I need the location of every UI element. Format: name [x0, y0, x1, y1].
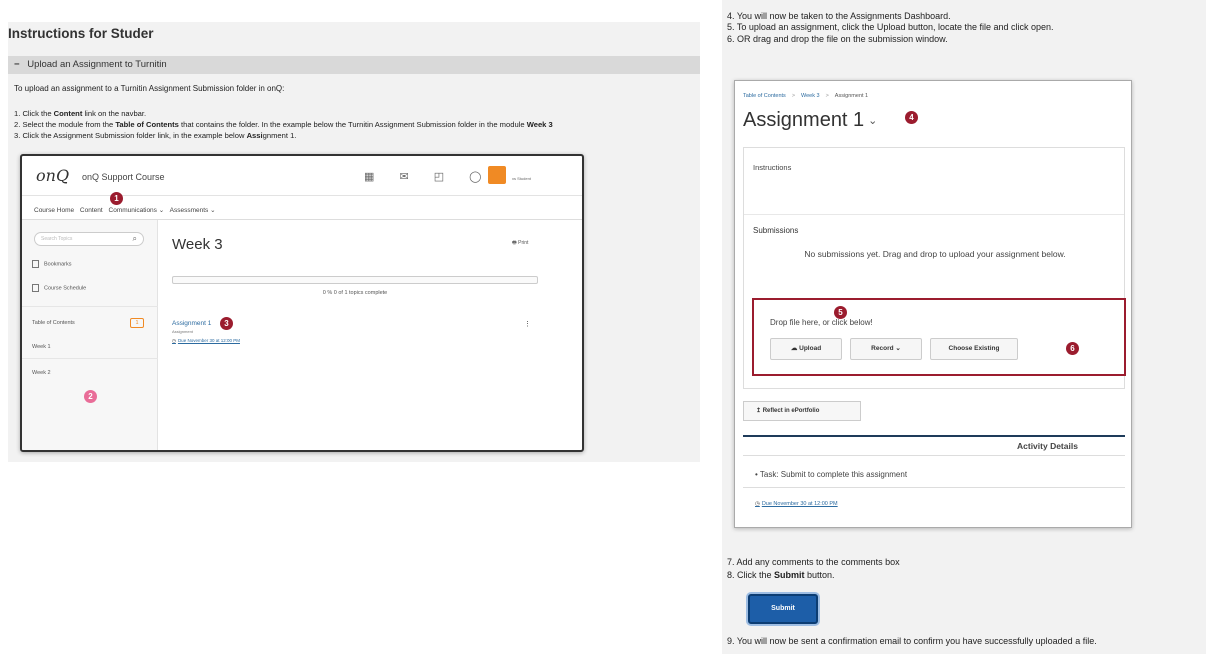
- calendar-icon: [32, 284, 39, 292]
- nav-assessments[interactable]: Assessments ⌄: [170, 207, 216, 214]
- assignment-type: Assignment: [172, 329, 193, 334]
- search-topics-input[interactable]: Search Topics ⌕: [34, 232, 144, 246]
- week-content-main: Week 3 🖶 Print 0 % 0 of 1 topics complet…: [172, 220, 582, 450]
- sidebar-divider: [22, 358, 158, 359]
- step-4: 4. You will now be taken to the Assignme…: [727, 11, 951, 21]
- submissions-label: Submissions: [753, 226, 799, 235]
- step-1: 1. Click the Content link on the navbar.: [14, 109, 147, 118]
- step-6: 6. OR drag and drop the file on the subm…: [727, 33, 948, 44]
- sidebar-item-schedule[interactable]: Course Schedule: [32, 284, 86, 292]
- onq-course-screenshot: onQ onQ Support Course ▦ ✉ ◰ ◯ xs Studen…: [20, 154, 584, 452]
- activity-details-heading: Activity Details: [1017, 441, 1078, 451]
- left-instructions-panel: Instructions for Studer − Upload an Assi…: [8, 22, 700, 462]
- marker-3: 3: [220, 317, 233, 330]
- upload-section-label: Upload an Assignment to Turnitin: [27, 59, 167, 70]
- bookmark-icon: [32, 260, 39, 268]
- assignment-content-box: Instructions Submissions No submissions …: [743, 147, 1126, 389]
- nav-course-home[interactable]: Course Home: [34, 207, 74, 214]
- sidebar-item-week1[interactable]: Week 1: [32, 344, 51, 350]
- clock-icon: ◷: [172, 338, 176, 343]
- onq-header: onQ onQ Support Course ▦ ✉ ◰ ◯ xs Studen…: [22, 156, 582, 196]
- course-name[interactable]: onQ Support Course: [82, 172, 165, 182]
- marker-2: 2: [84, 390, 97, 403]
- step-5: 5. To upload an assignment, click the Up…: [727, 22, 1054, 33]
- step-8: 8. Click the Submit button.: [727, 569, 835, 580]
- no-submissions-text: No submissions yet. Drag and drop to upl…: [804, 249, 1066, 259]
- assignment-title: Assignment 1 ⌄: [743, 109, 878, 131]
- sidebar-item-week2[interactable]: Week 2: [32, 370, 51, 376]
- steps-1-3: 1. Click the Content link on the navbar.…: [14, 108, 553, 141]
- toc-count-badge: 1: [130, 318, 144, 328]
- chevron-down-icon[interactable]: ⌄: [868, 115, 877, 127]
- record-button[interactable]: Record ⌄: [850, 338, 922, 360]
- assignment-due[interactable]: ◷ Due November 30 at 12:00 PM: [172, 338, 240, 344]
- header-icons[interactable]: ▦ ✉ ◰ ◯: [364, 170, 492, 183]
- marker-6: 6: [1066, 342, 1079, 355]
- marker-1: 1: [110, 192, 123, 205]
- breadcrumb: Table of Contents > Week 3 > Assignment 1: [743, 93, 869, 99]
- marker-5: 5: [834, 306, 847, 319]
- step-7: 7. Add any comments to the comments box: [727, 557, 900, 567]
- user-name: xs Student: [512, 176, 531, 181]
- activity-divider: [743, 455, 1125, 456]
- due-date[interactable]: ◷ Due November 30 at 12:00 PM: [755, 501, 838, 507]
- search-icon[interactable]: ⌕: [133, 234, 137, 244]
- intro-text: To upload an assignment to a Turnitin As…: [14, 84, 285, 93]
- page-title: Instructions for Studer: [8, 26, 154, 41]
- sidebar-item-toc[interactable]: Table of Contents: [32, 320, 75, 326]
- content-sidebar: Search Topics ⌕ Bookmarks Course Schedul…: [22, 220, 158, 450]
- right-instructions-panel: 4. You will now be taken to the Assignme…: [722, 0, 1206, 654]
- steps-7-8: 7. Add any comments to the comments box …: [727, 556, 900, 581]
- step-3: 3. Click the Assignment Submission folde…: [14, 131, 297, 140]
- task-divider: [743, 487, 1125, 488]
- crumb-assignment: Assignment 1: [834, 93, 869, 99]
- upload-button[interactable]: ☁ Upload: [770, 338, 842, 360]
- marker-4: 4: [905, 111, 918, 124]
- progress-text: 0 % 0 of 1 topics complete: [322, 290, 388, 296]
- onq-logo[interactable]: onQ: [36, 166, 69, 185]
- reflect-eportfolio-button[interactable]: ↥ Reflect in ePortfolio: [743, 401, 861, 421]
- task-text: • Task: Submit to complete this assignme…: [755, 470, 908, 479]
- drop-file-text: Drop file here, or click below!: [770, 318, 873, 327]
- collapse-minus-icon[interactable]: −: [14, 59, 20, 70]
- progress-bar: [172, 276, 538, 284]
- instructions-label: Instructions: [753, 163, 792, 172]
- steps-4-6: 4. You will now be taken to the Assignme…: [727, 11, 1054, 45]
- clock-icon: ◷: [755, 501, 760, 507]
- crumb-toc[interactable]: Table of Contents: [743, 93, 786, 99]
- crumb-week3[interactable]: Week 3: [801, 93, 820, 99]
- step-9: 9. You will now be sent a confirmation e…: [727, 636, 1097, 646]
- user-avatar[interactable]: [488, 166, 506, 184]
- assignment-dashboard-screenshot: Table of Contents > Week 3 > Assignment 1 As…: [734, 80, 1132, 528]
- nav-content[interactable]: Content: [80, 207, 103, 214]
- search-placeholder: Search Topics: [41, 236, 73, 242]
- nav-communications[interactable]: Communications ⌄: [109, 207, 165, 214]
- week-title: Week 3: [172, 236, 223, 253]
- choose-existing-button[interactable]: Choose Existing: [930, 338, 1018, 360]
- sidebar-divider: [22, 306, 158, 307]
- navbar: Course Home Content Communications ⌄ Ass…: [34, 206, 220, 214]
- instructions-divider: [744, 214, 1124, 215]
- section-divider: [743, 435, 1125, 437]
- sidebar-item-bookmarks[interactable]: Bookmarks: [32, 260, 72, 268]
- upload-section-header[interactable]: − Upload an Assignment to Turnitin: [8, 56, 700, 74]
- assignment-1-link[interactable]: Assignment 1: [172, 320, 211, 327]
- step-2: 2. Select the module from the Table of C…: [14, 120, 553, 129]
- file-drop-zone[interactable]: Drop file here, or click below! ☁ Upload…: [752, 298, 1126, 376]
- print-button[interactable]: 🖶 Print: [512, 240, 528, 248]
- submit-button[interactable]: Submit: [748, 594, 818, 624]
- more-options-icon[interactable]: ⋮: [524, 320, 531, 328]
